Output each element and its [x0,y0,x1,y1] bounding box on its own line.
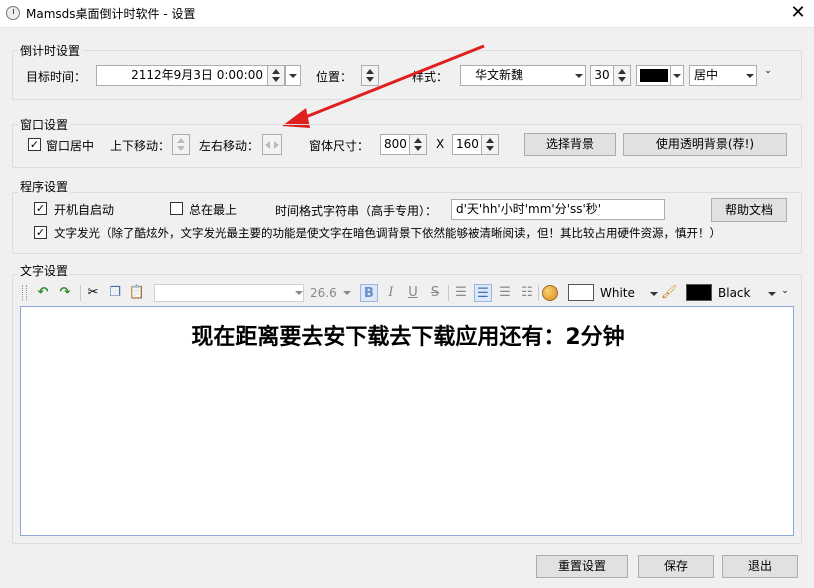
check-icon: ✓ [35,202,46,215]
text-settings-label: 文字设置 [18,262,71,279]
chevron-down-icon [673,74,681,78]
window-settings-label: 窗口设置 [18,116,71,133]
leftright-spinner[interactable] [262,134,282,155]
countdown-group-label: 倒计时设置 [18,42,83,59]
time-format-input[interactable]: d'天'hh'小时'mm'分'ss'秒' [451,199,665,220]
autostart-checkbox[interactable]: ✓ [34,202,47,215]
palette-icon[interactable] [542,285,558,301]
align-right-icon[interactable]: ☰ [496,284,514,302]
clock-icon [6,6,20,20]
color-swatch [640,69,668,82]
chevron-down-icon [575,74,583,78]
underline-icon[interactable]: U [404,284,422,302]
save-button[interactable]: 保存 [638,555,714,578]
check-icon: ✓ [29,138,40,151]
exit-button[interactable]: 退出 [722,555,798,578]
text-glow-checkbox[interactable]: ✓ [34,226,47,239]
updown-spinner[interactable] [172,134,190,155]
help-button[interactable]: 帮助文档 [711,198,787,222]
chevron-down-icon[interactable] [768,292,776,296]
undo-icon[interactable]: ↶ [34,284,52,302]
text-glow-label: 文字发光（除了酷炫外，文字发光最主要的功能是使文字在暗色调背景下依然能够被清晰阅… [54,226,721,240]
program-settings-label: 程序设置 [18,178,71,195]
paste-icon[interactable]: 📋 [128,284,146,302]
width-spinner[interactable] [409,134,427,155]
back-color-name: Black [718,286,751,300]
autostart-label: 开机自启动 [54,203,115,217]
font-size-spinner[interactable] [613,65,631,86]
highlight-brush-icon[interactable]: 🖌 [660,284,678,302]
redo-icon[interactable]: ↷ [56,284,74,302]
chevron-down-icon [343,291,351,295]
target-time-input[interactable]: 2112年9月3日 0:00:00 [96,65,268,86]
cut-icon[interactable]: ✂ [84,284,102,302]
strikethrough-icon[interactable]: S [426,284,444,302]
target-time-label: 目标时间： [26,70,87,84]
center-window-checkbox[interactable]: ✓ [28,138,41,151]
transparent-background-button[interactable]: 使用透明背景(荐!) [623,133,787,156]
time-format-label: 时间格式字符串（高手专用）： [275,204,438,218]
text-color-picker[interactable] [636,65,684,86]
updown-label: 上下移动： [110,139,171,153]
choose-background-button[interactable]: 选择背景 [524,133,616,156]
text-toolbar: ↶ ↷ ✂ ❐ 📋 26.6 B I U S ☰ ☰ ☰ ☷ White 🖌 B… [20,282,794,304]
arrow-right-icon [274,141,279,149]
fore-color-swatch[interactable] [568,284,594,301]
align-justify-icon[interactable]: ☷ [518,284,536,302]
align-select-value: 居中 [694,68,719,82]
size-x-label: X [436,137,445,151]
chevron-down-icon [295,291,303,295]
bold-icon[interactable]: B [360,284,378,302]
text-editor[interactable]: 现在距离要去安下载去下载应用还有：2分钟 [20,306,794,536]
italic-icon[interactable]: I [382,284,400,302]
font-size-value: 26.6 [310,286,337,300]
fore-color-name: White [600,286,635,300]
toolbar-overflow-icon[interactable]: ⌄ [780,286,790,304]
center-window-label: 窗口居中 [46,139,95,153]
title-bar: Mamsds桌面倒计时软件 - 设置 ✕ [0,0,814,28]
toolbar-overflow-icon[interactable]: ⌄ [762,66,774,86]
arrow-left-icon [265,141,270,149]
align-select[interactable]: 居中 [689,65,757,86]
back-color-swatch[interactable] [686,284,712,301]
chevron-down-icon [746,74,754,78]
grip-icon [22,285,27,301]
height-spinner[interactable] [481,134,499,155]
leftright-label: 左右移动： [199,139,260,153]
topmost-label: 总在最上 [189,203,238,217]
font-size-select[interactable]: 26.6 [310,284,352,302]
topmost-checkbox[interactable] [170,202,183,215]
window-size-label: 窗体尺寸： [309,139,370,153]
height-input[interactable]: 160 [452,134,482,155]
font-size-input[interactable]: 30 [590,65,614,86]
reset-button[interactable]: 重置设置 [536,555,628,578]
align-left-icon[interactable]: ☰ [452,284,470,302]
font-family-select[interactable] [154,284,304,302]
check-icon: ✓ [35,226,46,239]
chevron-down-icon[interactable] [650,292,658,296]
align-center-icon[interactable]: ☰ [474,284,492,302]
editor-content: 现在距离要去安下载去下载应用还有：2分钟 [191,325,625,350]
window-title: Mamsds桌面倒计时软件 - 设置 [26,7,196,21]
copy-icon[interactable]: ❐ [106,284,124,302]
width-input[interactable]: 800 [380,134,410,155]
close-button[interactable]: ✕ [786,2,810,24]
